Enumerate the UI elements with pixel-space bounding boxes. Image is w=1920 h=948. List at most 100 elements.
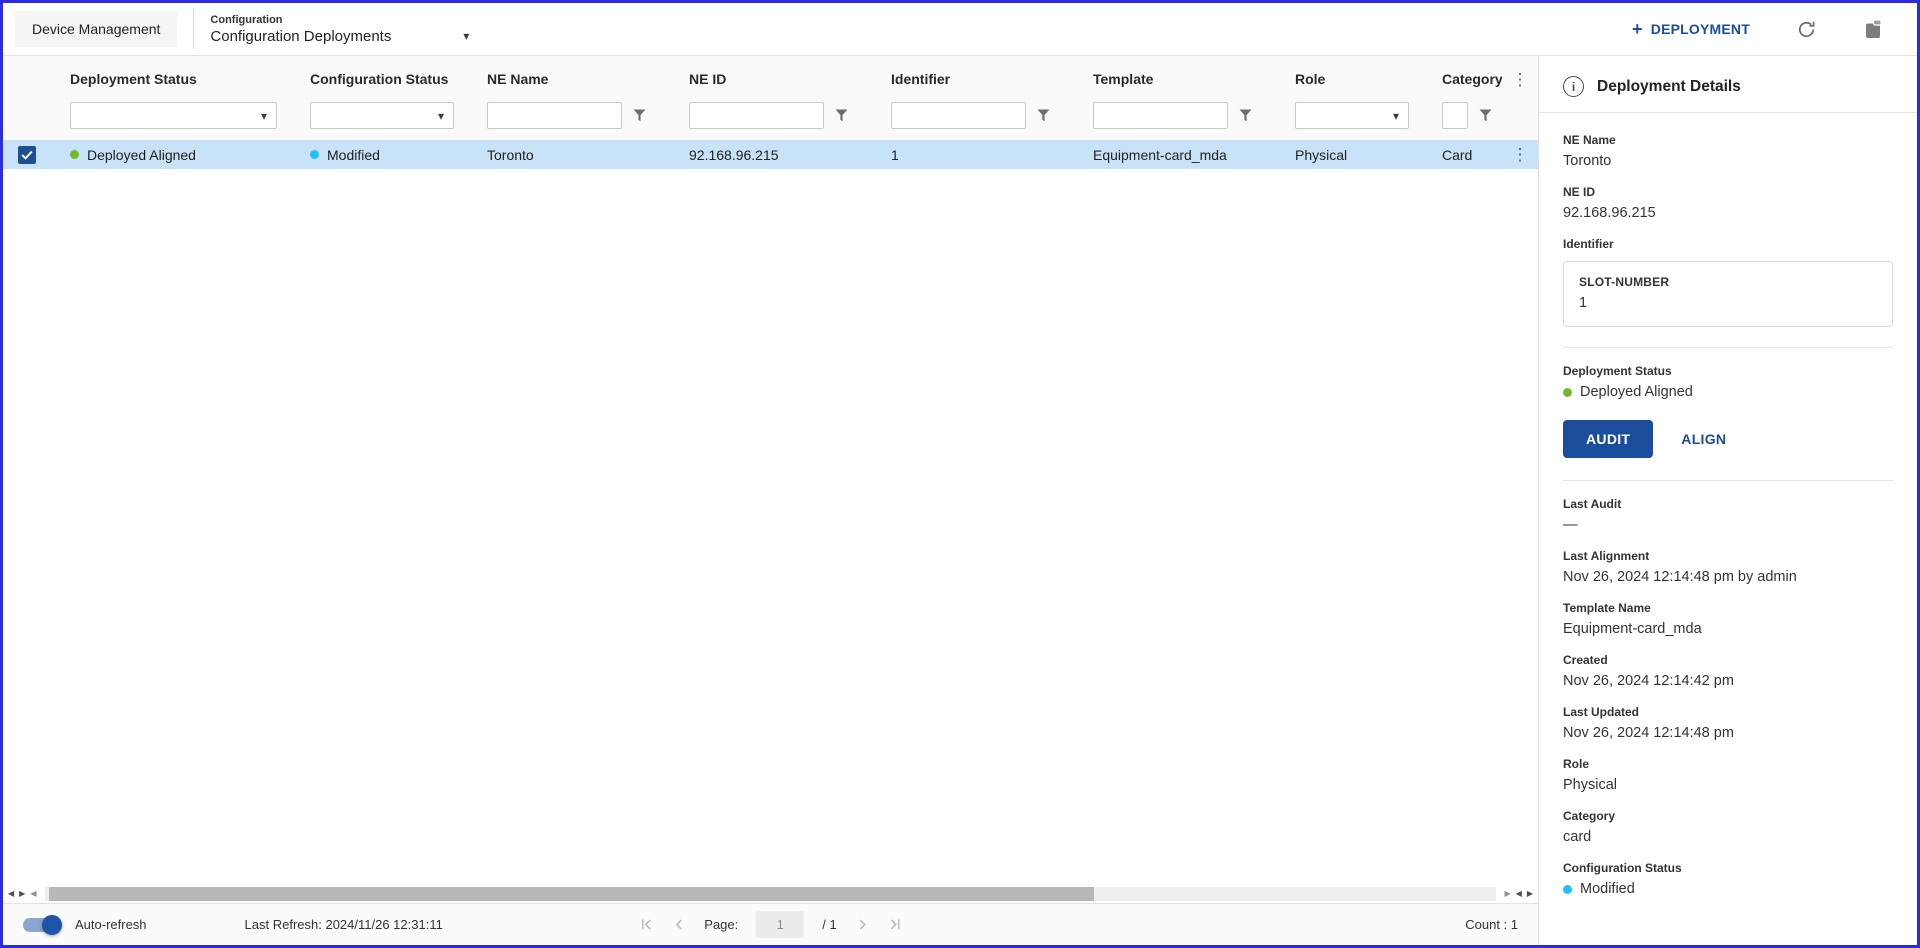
- cell-identifier: 1: [872, 147, 1074, 163]
- row-menu-icon[interactable]: ⋮: [1512, 146, 1529, 163]
- ne-name-filter-input[interactable]: [487, 102, 622, 129]
- last-refresh-text: Last Refresh: 2024/11/26 12:31:11: [245, 917, 443, 932]
- scroll-step-right-icon[interactable]: ▶: [1505, 890, 1511, 898]
- next-page-button[interactable]: [855, 917, 870, 932]
- align-button[interactable]: ALIGN: [1681, 431, 1726, 447]
- table-row[interactable]: Deployed Aligned Modified Toronto 92.168…: [3, 140, 1538, 169]
- device-management-button[interactable]: Device Management: [15, 11, 177, 47]
- category-label: Category: [1563, 809, 1893, 823]
- view-selector[interactable]: Configuration Configuration Deployments …: [210, 14, 469, 45]
- last-alignment-value: Nov 26, 2024 12:14:48 pm by admin: [1563, 569, 1893, 585]
- cyan-status-dot-icon: [1563, 885, 1572, 894]
- add-deployment-button[interactable]: + DEPLOYMENT: [1632, 20, 1750, 38]
- column-header-ne-name[interactable]: NE Name: [468, 71, 670, 87]
- row-count: Count : 1: [1465, 917, 1518, 932]
- ne-id-filter-input[interactable]: [689, 102, 824, 129]
- ne-id-value: 92.168.96.215: [1563, 205, 1893, 221]
- filter-icon[interactable]: [1468, 109, 1502, 122]
- filter-icon[interactable]: [1026, 109, 1060, 122]
- cell-ne-id: 92.168.96.215: [670, 147, 872, 163]
- page-label: Page:: [704, 917, 738, 932]
- deployment-status-filter-select[interactable]: ▾: [70, 102, 277, 129]
- add-deployment-label: DEPLOYMENT: [1651, 21, 1750, 37]
- scroll-left-icon[interactable]: ◀: [8, 890, 14, 898]
- filter-icon[interactable]: [824, 109, 858, 122]
- info-icon: i: [1563, 76, 1584, 97]
- column-header-role[interactable]: Role: [1276, 71, 1423, 87]
- cell-role: Physical: [1276, 147, 1423, 163]
- topbar-divider: [193, 9, 194, 49]
- category-filter-input[interactable]: [1442, 102, 1468, 129]
- pagination: Page: / 1: [638, 904, 902, 945]
- view-selector-category: Configuration: [210, 14, 469, 26]
- section-divider: [1563, 347, 1893, 348]
- audit-button[interactable]: AUDIT: [1563, 420, 1653, 458]
- check-icon: [21, 150, 33, 160]
- column-header-identifier[interactable]: Identifier: [872, 71, 1074, 87]
- column-header-deployment-status[interactable]: Deployment Status: [51, 71, 291, 87]
- filter-icon[interactable]: [1228, 109, 1262, 122]
- cell-deployment-status: Deployed Aligned: [51, 147, 291, 163]
- chevron-down-icon: ▾: [261, 110, 267, 122]
- deployment-status-label: Deployment Status: [1563, 364, 1893, 378]
- role-label: Role: [1563, 757, 1893, 771]
- auto-refresh-toggle[interactable]: [23, 915, 60, 935]
- identifier-value: 1: [1579, 295, 1877, 311]
- configuration-status-filter-select[interactable]: ▾: [310, 102, 454, 129]
- table-empty-space: [3, 169, 1538, 884]
- created-label: Created: [1563, 653, 1893, 667]
- view-selector-value: Configuration Deployments: [210, 28, 391, 45]
- scroll-step-left-icon[interactable]: ◀: [30, 890, 36, 898]
- deployments-table-area: Deployment Status Configuration Status N…: [3, 56, 1539, 945]
- scrollbar-track[interactable]: [45, 887, 1495, 901]
- refresh-button[interactable]: [1796, 19, 1817, 40]
- column-header-configuration-status[interactable]: Configuration Status: [291, 71, 468, 87]
- first-page-button[interactable]: [638, 917, 653, 932]
- chevron-right-icon: [855, 917, 870, 932]
- page-number-input[interactable]: [756, 911, 804, 938]
- cell-category: Card: [1423, 147, 1502, 163]
- chevron-down-icon[interactable]: ▾: [463, 30, 469, 42]
- last-audit-value: —: [1563, 517, 1893, 533]
- last-page-icon: [888, 917, 903, 932]
- green-status-dot-icon: [70, 150, 79, 159]
- deployment-details-panel: i Deployment Details NE Name Toronto NE …: [1539, 56, 1917, 945]
- deployment-status-value: Deployed Aligned: [1580, 384, 1693, 400]
- green-status-dot-icon: [1563, 388, 1572, 397]
- filter-icon[interactable]: [622, 109, 656, 122]
- ne-name-value: Toronto: [1563, 153, 1893, 169]
- scroll-right-icon[interactable]: ▶: [1527, 890, 1533, 898]
- status-bar: Auto-refresh Last Refresh: 2024/11/26 12…: [3, 903, 1538, 945]
- row-checkbox-checked[interactable]: [18, 146, 36, 164]
- scroll-left-icon[interactable]: ◀: [1516, 890, 1522, 898]
- last-page-button[interactable]: [888, 917, 903, 932]
- configuration-status-value: Modified: [1580, 881, 1635, 897]
- toggle-knob: [42, 915, 62, 935]
- app-window: Device Management Configuration Configur…: [0, 0, 1920, 948]
- first-page-icon: [638, 917, 653, 932]
- cell-configuration-status: Modified: [291, 147, 468, 163]
- created-value: Nov 26, 2024 12:14:42 pm: [1563, 673, 1893, 689]
- table-settings-button[interactable]: [1863, 19, 1883, 40]
- configuration-status-label: Configuration Status: [1563, 861, 1893, 875]
- role-filter-select[interactable]: ▾: [1295, 102, 1409, 129]
- table-menu-icon[interactable]: ⋮: [1512, 71, 1529, 88]
- template-filter-input[interactable]: [1093, 102, 1228, 129]
- column-header-ne-id[interactable]: NE ID: [670, 71, 872, 87]
- last-updated-value: Nov 26, 2024 12:14:48 pm: [1563, 725, 1893, 741]
- identifier-filter-input[interactable]: [891, 102, 1026, 129]
- refresh-icon: [1796, 19, 1817, 40]
- top-bar: Device Management Configuration Configur…: [3, 3, 1917, 56]
- template-name-label: Template Name: [1563, 601, 1893, 615]
- column-header-category[interactable]: Category: [1423, 71, 1502, 87]
- chevron-down-icon: ▾: [1393, 110, 1399, 122]
- role-value: Physical: [1563, 777, 1893, 793]
- scrollbar-thumb[interactable]: [49, 887, 1093, 901]
- auto-refresh-label: Auto-refresh: [75, 917, 147, 932]
- previous-page-button[interactable]: [671, 917, 686, 932]
- column-header-template[interactable]: Template: [1074, 71, 1276, 87]
- last-updated-label: Last Updated: [1563, 705, 1893, 719]
- panel-title: Deployment Details: [1597, 78, 1741, 96]
- cyan-status-dot-icon: [310, 150, 319, 159]
- scroll-right-icon[interactable]: ▶: [19, 890, 25, 898]
